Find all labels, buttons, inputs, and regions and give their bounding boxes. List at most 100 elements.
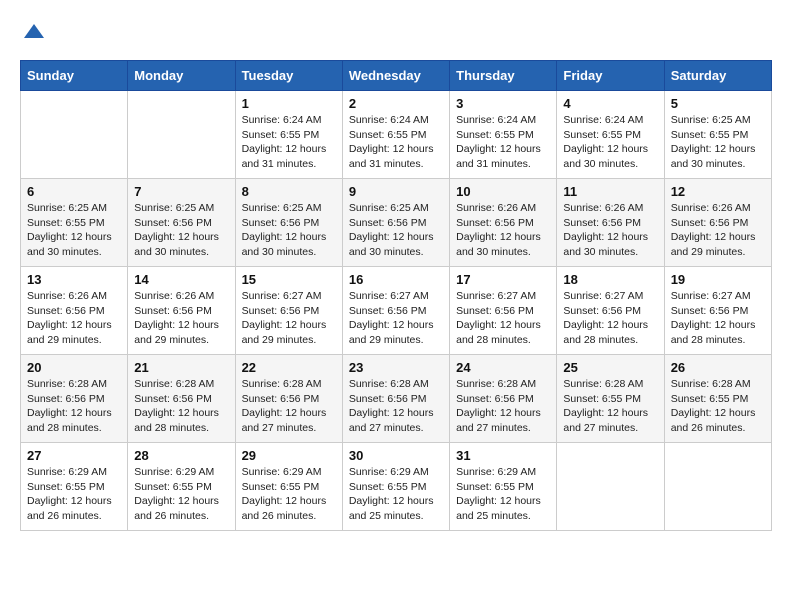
day-number: 7	[134, 184, 228, 199]
day-number: 9	[349, 184, 443, 199]
day-number: 23	[349, 360, 443, 375]
calendar-cell: 9 Sunrise: 6:25 AM Sunset: 6:56 PM Daylig…	[342, 179, 449, 267]
day-info: Sunrise: 6:26 AM Sunset: 6:56 PM Dayligh…	[671, 201, 765, 260]
day-number: 1	[242, 96, 336, 111]
day-info: Sunrise: 6:28 AM Sunset: 6:56 PM Dayligh…	[456, 377, 550, 436]
day-info: Sunrise: 6:27 AM Sunset: 6:56 PM Dayligh…	[456, 289, 550, 348]
calendar-cell	[557, 443, 664, 531]
day-info: Sunrise: 6:25 AM Sunset: 6:55 PM Dayligh…	[27, 201, 121, 260]
page-header	[20, 20, 772, 50]
day-number: 27	[27, 448, 121, 463]
calendar-cell: 6 Sunrise: 6:25 AM Sunset: 6:55 PM Daylig…	[21, 179, 128, 267]
day-info: Sunrise: 6:28 AM Sunset: 6:55 PM Dayligh…	[671, 377, 765, 436]
calendar-cell	[128, 91, 235, 179]
day-number: 14	[134, 272, 228, 287]
calendar-cell: 10 Sunrise: 6:26 AM Sunset: 6:56 PM Dayli…	[450, 179, 557, 267]
day-number: 17	[456, 272, 550, 287]
col-header-wednesday: Wednesday	[342, 61, 449, 91]
day-info: Sunrise: 6:29 AM Sunset: 6:55 PM Dayligh…	[242, 465, 336, 524]
day-info: Sunrise: 6:28 AM Sunset: 6:55 PM Dayligh…	[563, 377, 657, 436]
day-info: Sunrise: 6:28 AM Sunset: 6:56 PM Dayligh…	[242, 377, 336, 436]
calendar-cell: 16 Sunrise: 6:27 AM Sunset: 6:56 PM Dayli…	[342, 267, 449, 355]
day-number: 30	[349, 448, 443, 463]
day-number: 13	[27, 272, 121, 287]
day-info: Sunrise: 6:28 AM Sunset: 6:56 PM Dayligh…	[27, 377, 121, 436]
day-number: 19	[671, 272, 765, 287]
col-header-monday: Monday	[128, 61, 235, 91]
day-number: 15	[242, 272, 336, 287]
calendar-cell: 28 Sunrise: 6:29 AM Sunset: 6:55 PM Dayli…	[128, 443, 235, 531]
col-header-thursday: Thursday	[450, 61, 557, 91]
col-header-saturday: Saturday	[664, 61, 771, 91]
day-info: Sunrise: 6:25 AM Sunset: 6:56 PM Dayligh…	[349, 201, 443, 260]
day-number: 5	[671, 96, 765, 111]
logo	[20, 20, 46, 50]
calendar-cell: 14 Sunrise: 6:26 AM Sunset: 6:56 PM Dayli…	[128, 267, 235, 355]
day-number: 29	[242, 448, 336, 463]
day-number: 3	[456, 96, 550, 111]
col-header-tuesday: Tuesday	[235, 61, 342, 91]
day-info: Sunrise: 6:26 AM Sunset: 6:56 PM Dayligh…	[27, 289, 121, 348]
calendar-cell: 23 Sunrise: 6:28 AM Sunset: 6:56 PM Dayli…	[342, 355, 449, 443]
calendar-cell: 15 Sunrise: 6:27 AM Sunset: 6:56 PM Dayli…	[235, 267, 342, 355]
calendar-cell: 18 Sunrise: 6:27 AM Sunset: 6:56 PM Dayli…	[557, 267, 664, 355]
calendar-cell: 27 Sunrise: 6:29 AM Sunset: 6:55 PM Dayli…	[21, 443, 128, 531]
day-info: Sunrise: 6:27 AM Sunset: 6:56 PM Dayligh…	[671, 289, 765, 348]
day-number: 31	[456, 448, 550, 463]
day-info: Sunrise: 6:26 AM Sunset: 6:56 PM Dayligh…	[563, 201, 657, 260]
calendar-cell: 26Sunrise: 6:28 AM Sunset: 6:55 PM Dayli…	[664, 355, 771, 443]
day-info: Sunrise: 6:29 AM Sunset: 6:55 PM Dayligh…	[349, 465, 443, 524]
calendar-cell: 29 Sunrise: 6:29 AM Sunset: 6:55 PM Dayli…	[235, 443, 342, 531]
calendar-cell: 17 Sunrise: 6:27 AM Sunset: 6:56 PM Dayli…	[450, 267, 557, 355]
calendar-cell: 4 Sunrise: 6:24 AM Sunset: 6:55 PM Daylig…	[557, 91, 664, 179]
calendar-cell: 22 Sunrise: 6:28 AM Sunset: 6:56 PM Dayli…	[235, 355, 342, 443]
calendar-cell: 7 Sunrise: 6:25 AM Sunset: 6:56 PM Daylig…	[128, 179, 235, 267]
day-number: 24	[456, 360, 550, 375]
calendar-cell	[664, 443, 771, 531]
day-info: Sunrise: 6:24 AM Sunset: 6:55 PM Dayligh…	[242, 113, 336, 172]
col-header-sunday: Sunday	[21, 61, 128, 91]
day-info: Sunrise: 6:28 AM Sunset: 6:56 PM Dayligh…	[349, 377, 443, 436]
day-number: 11	[563, 184, 657, 199]
day-info: Sunrise: 6:26 AM Sunset: 6:56 PM Dayligh…	[456, 201, 550, 260]
day-info: Sunrise: 6:25 AM Sunset: 6:56 PM Dayligh…	[134, 201, 228, 260]
day-number: 16	[349, 272, 443, 287]
day-info: Sunrise: 6:24 AM Sunset: 6:55 PM Dayligh…	[563, 113, 657, 172]
day-number: 21	[134, 360, 228, 375]
day-info: Sunrise: 6:29 AM Sunset: 6:55 PM Dayligh…	[27, 465, 121, 524]
day-info: Sunrise: 6:26 AM Sunset: 6:56 PM Dayligh…	[134, 289, 228, 348]
calendar-table: SundayMondayTuesdayWednesdayThursdayFrid…	[20, 60, 772, 531]
day-number: 18	[563, 272, 657, 287]
day-info: Sunrise: 6:27 AM Sunset: 6:56 PM Dayligh…	[563, 289, 657, 348]
day-number: 6	[27, 184, 121, 199]
day-info: Sunrise: 6:24 AM Sunset: 6:55 PM Dayligh…	[456, 113, 550, 172]
day-info: Sunrise: 6:25 AM Sunset: 6:56 PM Dayligh…	[242, 201, 336, 260]
day-number: 10	[456, 184, 550, 199]
calendar-cell: 31Sunrise: 6:29 AM Sunset: 6:55 PM Dayli…	[450, 443, 557, 531]
day-info: Sunrise: 6:25 AM Sunset: 6:55 PM Dayligh…	[671, 113, 765, 172]
col-header-friday: Friday	[557, 61, 664, 91]
day-number: 22	[242, 360, 336, 375]
calendar-cell: 2 Sunrise: 6:24 AM Sunset: 6:55 PM Daylig…	[342, 91, 449, 179]
calendar-cell: 8 Sunrise: 6:25 AM Sunset: 6:56 PM Daylig…	[235, 179, 342, 267]
day-number: 4	[563, 96, 657, 111]
calendar-cell: 30 Sunrise: 6:29 AM Sunset: 6:55 PM Dayli…	[342, 443, 449, 531]
day-info: Sunrise: 6:24 AM Sunset: 6:55 PM Dayligh…	[349, 113, 443, 172]
day-number: 2	[349, 96, 443, 111]
calendar-cell: 3 Sunrise: 6:24 AM Sunset: 6:55 PM Daylig…	[450, 91, 557, 179]
day-number: 25	[563, 360, 657, 375]
calendar-cell: 19 Sunrise: 6:27 AM Sunset: 6:56 PM Dayli…	[664, 267, 771, 355]
day-number: 20	[27, 360, 121, 375]
calendar-cell	[21, 91, 128, 179]
calendar-cell: 11 Sunrise: 6:26 AM Sunset: 6:56 PM Dayli…	[557, 179, 664, 267]
calendar-cell: 13 Sunrise: 6:26 AM Sunset: 6:56 PM Dayli…	[21, 267, 128, 355]
day-info: Sunrise: 6:27 AM Sunset: 6:56 PM Dayligh…	[242, 289, 336, 348]
calendar-cell: 21 Sunrise: 6:28 AM Sunset: 6:56 PM Dayli…	[128, 355, 235, 443]
calendar-cell: 25 Sunrise: 6:28 AM Sunset: 6:55 PM Dayli…	[557, 355, 664, 443]
day-info: Sunrise: 6:28 AM Sunset: 6:56 PM Dayligh…	[134, 377, 228, 436]
day-number: 28	[134, 448, 228, 463]
day-number: 8	[242, 184, 336, 199]
day-info: Sunrise: 6:29 AM Sunset: 6:55 PM Dayligh…	[134, 465, 228, 524]
calendar-cell: 24 Sunrise: 6:28 AM Sunset: 6:56 PM Dayli…	[450, 355, 557, 443]
day-info: Sunrise: 6:27 AM Sunset: 6:56 PM Dayligh…	[349, 289, 443, 348]
